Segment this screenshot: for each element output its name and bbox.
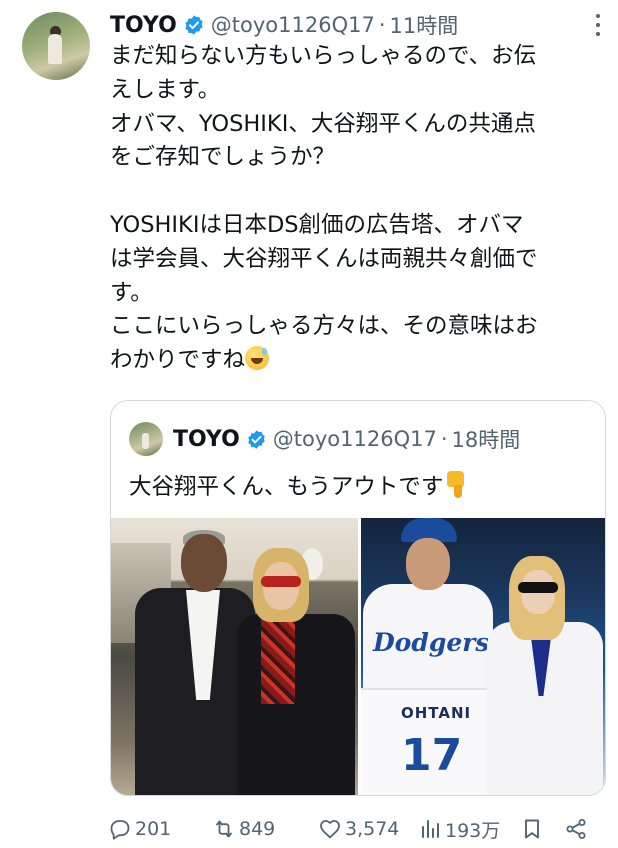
tweet-last-line: わかりですね bbox=[110, 344, 610, 378]
verified-icon bbox=[185, 15, 203, 35]
tweet-line: わかりですね bbox=[110, 347, 246, 374]
bookmark-icon bbox=[525, 819, 539, 839]
author-name[interactable]: TOYO bbox=[110, 13, 177, 38]
photo-person-jacket bbox=[237, 614, 355, 795]
jersey-number: 17 bbox=[401, 730, 463, 781]
author-avatar[interactable] bbox=[22, 12, 90, 80]
tweet-text: まだ知らない方もいらっしゃるので、お伝 えします。 オバマ、YOSHIKI、大谷… bbox=[110, 40, 610, 378]
quoted-timestamp: 18時間 bbox=[451, 428, 521, 452]
author-handle[interactable]: @toyo1126Q17 bbox=[211, 13, 375, 37]
share-button[interactable] bbox=[564, 810, 591, 848]
quoted-author-avatar bbox=[129, 422, 163, 456]
quoted-tweet-card[interactable]: TOYO @toyo1126Q17 · 18時間 大谷翔平くん、もうアウトです … bbox=[110, 400, 606, 796]
verified-icon bbox=[248, 429, 265, 449]
photo-person-face bbox=[406, 538, 450, 590]
tweet-actions-bar: 201 849 3,574 193万 bbox=[108, 810, 608, 848]
tweet-line: ここにいらっしゃる方々は、その意味はお bbox=[110, 313, 538, 340]
quoted-tweet-text: 大谷翔平くん、もうアウトです bbox=[129, 469, 469, 501]
reply-icon bbox=[110, 820, 130, 840]
tweet-line: す。 bbox=[110, 279, 153, 306]
retweet-button[interactable]: 849 bbox=[212, 810, 275, 848]
views-icon bbox=[422, 820, 439, 838]
tweet-timestamp[interactable]: 11時間 bbox=[390, 10, 459, 40]
photo-person-head bbox=[181, 534, 227, 592]
tweet-line: えします。 bbox=[110, 76, 221, 103]
photo-ohtani-yoshiki[interactable]: Dodgers OHTANI 17 bbox=[361, 518, 605, 795]
photo-obama-yoshiki[interactable] bbox=[111, 518, 358, 795]
retweet-count: 849 bbox=[239, 818, 276, 840]
views-button[interactable]: 193万 bbox=[418, 810, 500, 848]
jersey-wordmark: Dodgers bbox=[373, 628, 490, 657]
quoted-text: 大谷翔平くん、もうアウトです bbox=[129, 474, 444, 500]
tweet-line: をご存知でしょうか？ bbox=[110, 144, 336, 171]
quoted-header-separator: · bbox=[440, 427, 448, 451]
tweet-line: YOSHIKIは日本DS創価の広告塔、オバマ bbox=[110, 211, 524, 238]
like-icon bbox=[320, 820, 340, 839]
tweet-line: まだ知らない方もいらっしゃるので、お伝 bbox=[110, 43, 537, 69]
quoted-author-handle: @toyo1126Q17 bbox=[272, 427, 437, 451]
quoted-tweet-header: TOYO @toyo1126Q17 · 18時間 bbox=[129, 421, 520, 457]
bookmark-button[interactable] bbox=[520, 810, 547, 848]
tweet-line: は学会員、大谷翔平くんは両親共々創価で bbox=[110, 245, 538, 272]
like-button[interactable]: 3,574 bbox=[318, 810, 399, 848]
views-count: 193万 bbox=[445, 819, 501, 842]
share-icon bbox=[566, 819, 586, 839]
retweet-icon bbox=[216, 820, 232, 838]
more-icon[interactable] bbox=[588, 14, 608, 36]
quoted-author-name: TOYO bbox=[173, 426, 240, 452]
photo-red-sunglasses bbox=[261, 576, 301, 587]
jersey-name: OHTANI bbox=[401, 704, 472, 722]
photo-black-sunglasses bbox=[518, 582, 558, 593]
sweat-smile-emoji bbox=[245, 346, 270, 371]
photo-person-scarf bbox=[261, 614, 295, 704]
tweet-header: TOYO @toyo1126Q17 · 11時間 bbox=[110, 9, 602, 41]
tweet-line: オバマ、YOSHIKI、大谷翔平くんの共通点 bbox=[110, 110, 536, 137]
thumbs-down-emoji bbox=[443, 471, 469, 499]
reply-button[interactable]: 201 bbox=[108, 810, 171, 848]
header-separator: · bbox=[378, 13, 386, 37]
avatar-person-body bbox=[48, 34, 62, 64]
like-count: 3,574 bbox=[345, 818, 400, 840]
reply-count: 201 bbox=[135, 818, 172, 840]
